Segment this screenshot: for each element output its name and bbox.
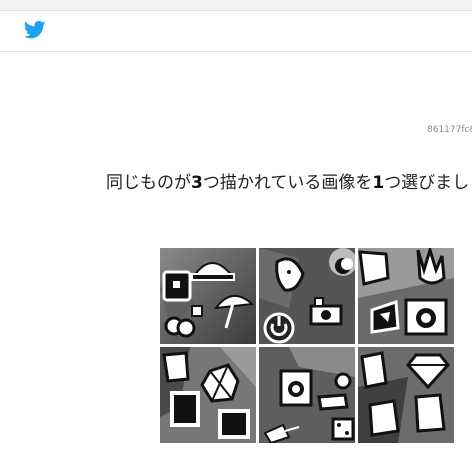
image-tile-5[interactable]	[259, 347, 355, 443]
dice-icon	[331, 417, 355, 441]
power-button-icon	[263, 312, 295, 344]
washing-machine-icon	[404, 298, 448, 336]
image-tile-2[interactable]	[259, 248, 355, 344]
image-tile-6[interactable]	[358, 347, 454, 443]
instruction-prefix: 同じものが	[106, 173, 191, 193]
chess-rook-icon	[414, 393, 446, 433]
header-bar	[0, 11, 472, 52]
image-grid	[160, 248, 472, 464]
image-tile-3[interactable]	[358, 248, 454, 344]
instruction-mid: つ描かれている画像を	[202, 173, 373, 193]
twitter-bird-icon[interactable]	[24, 20, 46, 40]
image-tile-4[interactable]	[160, 347, 256, 443]
hat-icon	[358, 250, 390, 286]
instruction-select-count: 1	[372, 173, 385, 193]
challenge-token: 861177fc8	[427, 125, 472, 135]
chess-rook-icon	[368, 399, 400, 437]
sofa-icon	[162, 351, 190, 383]
challenge-instruction: 同じものが3つ描かれている画像を1つ選びましょ	[106, 168, 472, 193]
instruction-suffix: つ選びましょ	[384, 173, 472, 193]
bucket-icon	[162, 270, 192, 302]
browser-top-strip	[0, 0, 472, 11]
image-tile-1[interactable]	[160, 248, 256, 344]
chess-rook-icon	[360, 351, 388, 389]
instruction-count: 3	[191, 173, 203, 193]
washing-machine-icon	[279, 369, 313, 407]
